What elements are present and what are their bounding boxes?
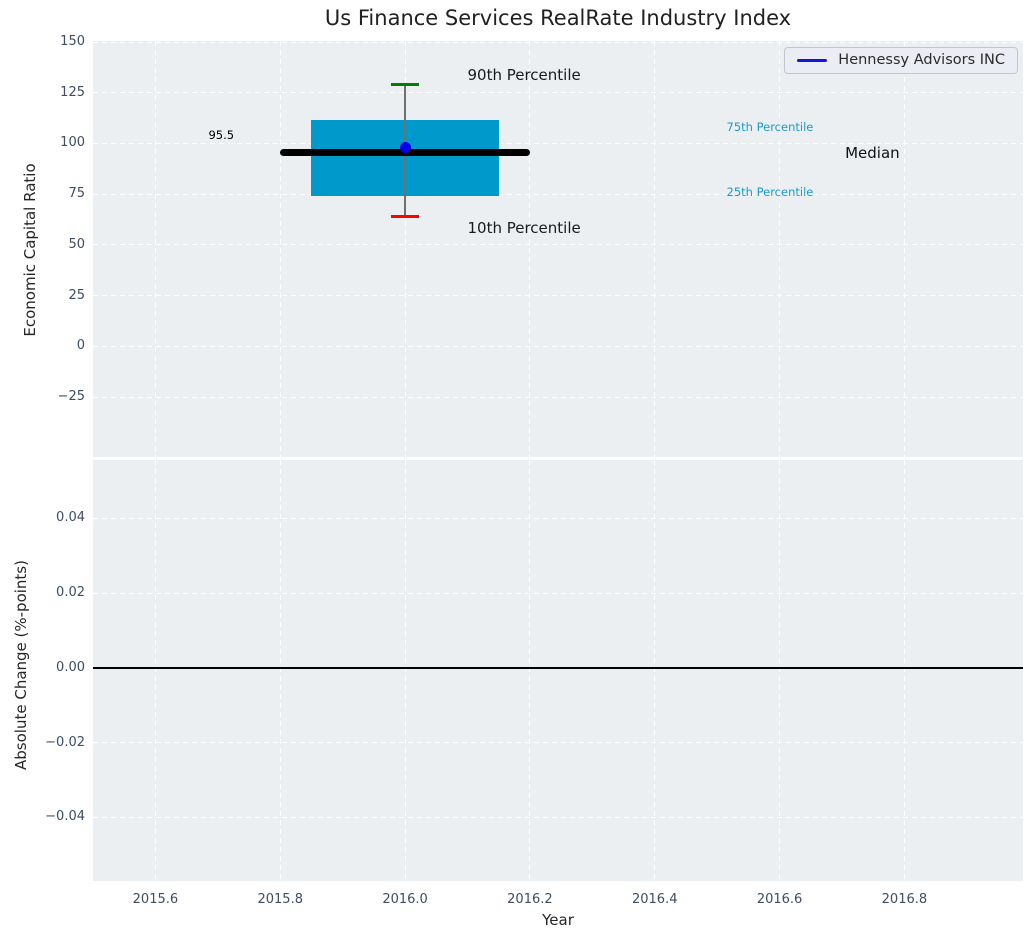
x-axis-label: Year bbox=[542, 911, 574, 929]
annotation-p25-label: 25th Percentile bbox=[726, 184, 814, 199]
y-tick-label: 150 bbox=[60, 34, 85, 49]
y-gridline bbox=[93, 193, 1023, 195]
y-gridline bbox=[93, 517, 1023, 519]
y-gridline bbox=[93, 92, 1023, 94]
y-tick-label: 125 bbox=[60, 84, 85, 100]
figure: Us Finance Services RealRate Industry In… bbox=[0, 0, 1034, 942]
annotation-median-value: 95.5 bbox=[208, 127, 235, 142]
y-tick-label: 0.00 bbox=[56, 659, 85, 675]
y-gridline bbox=[93, 345, 1023, 347]
annotation-p10-label: 10th Percentile bbox=[467, 218, 581, 237]
x-gridline bbox=[154, 41, 156, 457]
x-gridline bbox=[903, 41, 905, 457]
y-gridline bbox=[93, 592, 1023, 594]
y-tick-label: −25 bbox=[57, 389, 85, 405]
x-tick-label: 2016.4 bbox=[631, 892, 678, 907]
y-tick-label: −0.04 bbox=[45, 809, 85, 825]
y-tick-label: 0.02 bbox=[56, 585, 85, 601]
x-tick-label: 2016.6 bbox=[756, 892, 803, 907]
y-gridline bbox=[93, 742, 1023, 744]
y-tick-label: 0.04 bbox=[56, 510, 85, 526]
y-tick-label: 50 bbox=[68, 236, 85, 252]
y-tick-label: 0 bbox=[76, 338, 85, 354]
x-gridline bbox=[279, 41, 281, 457]
y-tick-label: 25 bbox=[68, 287, 85, 303]
zero-line bbox=[93, 666, 1023, 669]
p90-cap bbox=[391, 83, 420, 87]
legend-label: Hennessy Advisors INC bbox=[838, 52, 1005, 68]
annotation-p75-label: 75th Percentile bbox=[726, 120, 814, 135]
legend: Hennessy Advisors INC bbox=[784, 47, 1018, 74]
x-gridline bbox=[779, 41, 781, 457]
annotation-p90-label: 90th Percentile bbox=[467, 66, 581, 85]
y-tick-label: 100 bbox=[60, 135, 85, 151]
top-plot-area: 90th Percentile 10th Percentile 95.5 75th P… bbox=[93, 41, 1023, 457]
x-gridline bbox=[529, 41, 531, 457]
y-tick-label: −0.02 bbox=[45, 734, 85, 750]
x-gridline bbox=[654, 41, 656, 457]
annotation-median-label: Median bbox=[845, 144, 900, 162]
p10-cap bbox=[391, 215, 420, 219]
x-tick-label: 2016.8 bbox=[881, 892, 928, 907]
company-dot bbox=[399, 142, 411, 154]
y-gridline bbox=[93, 295, 1023, 297]
y-gridline bbox=[93, 396, 1023, 398]
y-gridline bbox=[93, 244, 1023, 246]
bottom-plot-area bbox=[93, 460, 1023, 881]
chart-title: Us Finance Services RealRate Industry In… bbox=[324, 6, 792, 30]
x-tick-label: 2015.6 bbox=[132, 892, 179, 907]
legend-line-sample bbox=[797, 58, 828, 62]
x-tick-label: 2016.0 bbox=[382, 892, 428, 907]
y-tick-label: 75 bbox=[68, 186, 85, 202]
x-tick-label: 2016.2 bbox=[507, 892, 553, 907]
y-gridline bbox=[93, 41, 1023, 43]
y-gridline bbox=[93, 816, 1023, 818]
x-tick-label: 2015.8 bbox=[257, 892, 303, 907]
